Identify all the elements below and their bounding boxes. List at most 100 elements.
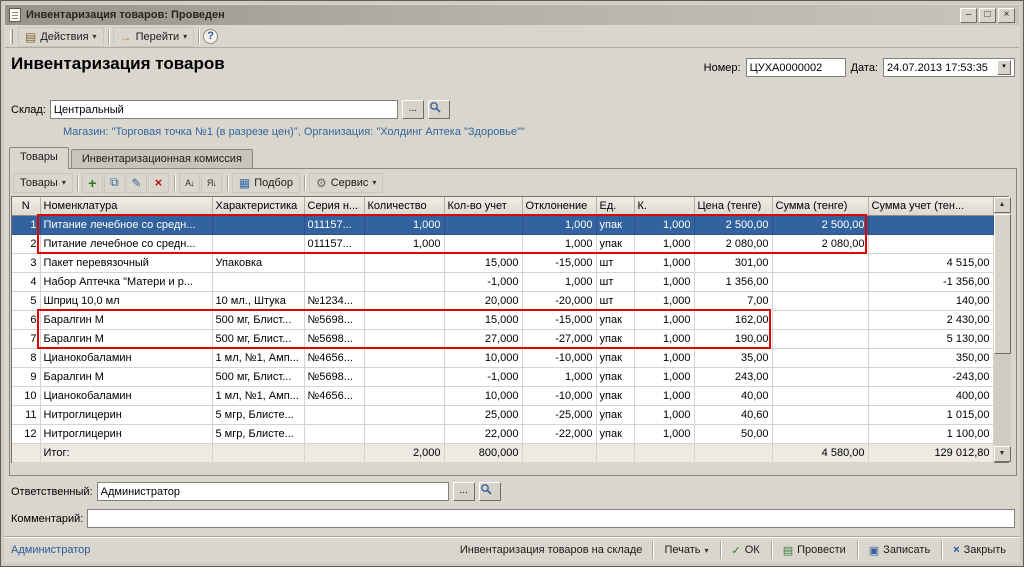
table-cell[interactable] (772, 272, 868, 291)
responsible-field[interactable]: Администратор (97, 482, 449, 501)
table-cell[interactable]: шт (596, 253, 634, 272)
table-row[interactable]: 5Шприц 10,0 мл10 мл., Штука№1234...20,00… (12, 291, 993, 310)
minimize-button[interactable]: – (960, 8, 977, 23)
table-cell[interactable]: 11 (12, 405, 40, 424)
table-cell[interactable]: 10,000 (444, 348, 522, 367)
table-cell[interactable]: 5 (12, 291, 40, 310)
column-header[interactable]: Номенклатура (40, 197, 212, 215)
table-cell[interactable]: №5698... (304, 329, 364, 348)
toolbar-grip[interactable] (10, 29, 13, 44)
table-cell[interactable]: 1,000 (634, 253, 694, 272)
calendar-dropdown-icon[interactable]: ▾ (997, 60, 1011, 75)
table-cell[interactable] (304, 272, 364, 291)
table-cell[interactable]: 1 мл, №1, Амп... (212, 348, 304, 367)
table-cell[interactable]: Набор Аптечка "Матери и р... (40, 272, 212, 291)
table-cell[interactable]: 1,000 (522, 234, 596, 253)
table-row[interactable]: 4Набор Аптечка "Матери и р...-1,0001,000… (12, 272, 993, 291)
table-cell[interactable]: 1,000 (364, 234, 444, 253)
table-cell[interactable] (364, 348, 444, 367)
table-cell[interactable]: Баралгин М (40, 329, 212, 348)
column-header[interactable]: Сумма (тенге) (772, 197, 868, 215)
table-cell[interactable]: упак (596, 348, 634, 367)
table-cell[interactable]: 5 130,00 (868, 329, 993, 348)
table-cell[interactable] (212, 234, 304, 253)
table-row[interactable]: 12Нитроглицерин5 мгр, Блисте...22,000-22… (12, 424, 993, 443)
table-cell[interactable]: 162,00 (694, 310, 772, 329)
table-cell[interactable] (444, 215, 522, 234)
table-cell[interactable]: 6 (12, 310, 40, 329)
table-row[interactable]: 9Баралгин М500 мг, Блист...№5698...-1,00… (12, 367, 993, 386)
table-cell[interactable]: упак (596, 234, 634, 253)
table-cell[interactable]: 15,000 (444, 253, 522, 272)
table-cell[interactable]: Нитроглицерин (40, 424, 212, 443)
table-cell[interactable]: 1,000 (634, 405, 694, 424)
table-cell[interactable]: №5698... (304, 310, 364, 329)
table-cell[interactable]: -10,000 (522, 348, 596, 367)
table-cell[interactable]: 2 080,00 (694, 234, 772, 253)
table-cell[interactable]: 2 500,00 (694, 215, 772, 234)
add-row-button[interactable]: + (82, 173, 103, 193)
table-cell[interactable]: 190,00 (694, 329, 772, 348)
delete-row-button[interactable]: × (148, 173, 169, 193)
warehouse-ellipsis-button[interactable]: ... (402, 100, 424, 119)
post-button[interactable]: ▤ Провести (776, 540, 853, 561)
table-cell[interactable]: 1,000 (634, 386, 694, 405)
table-cell[interactable]: 40,00 (694, 386, 772, 405)
table-cell[interactable]: упак (596, 424, 634, 443)
table-cell[interactable]: 500 мг, Блист... (212, 367, 304, 386)
table-cell[interactable]: упак (596, 329, 634, 348)
table-cell[interactable]: Питание лечебное со средн... (40, 215, 212, 234)
table-cell[interactable] (364, 329, 444, 348)
vertical-scrollbar[interactable]: ▲ ▼ (994, 197, 1011, 462)
table-cell[interactable] (364, 253, 444, 272)
edit-row-button[interactable]: ✎ (126, 173, 147, 193)
table-cell[interactable]: 1,000 (634, 234, 694, 253)
table-cell[interactable]: 1 356,00 (694, 272, 772, 291)
table-cell[interactable]: 1 100,00 (868, 424, 993, 443)
table-cell[interactable]: Упаковка (212, 253, 304, 272)
warehouse-open-button[interactable] (428, 100, 450, 119)
table-cell[interactable]: 50,00 (694, 424, 772, 443)
column-header[interactable]: Количество (364, 197, 444, 215)
responsible-open-button[interactable] (479, 482, 501, 501)
table-cell[interactable]: Нитроглицерин (40, 405, 212, 424)
table-cell[interactable]: 500 мг, Блист... (212, 329, 304, 348)
table-cell[interactable]: №1234... (304, 291, 364, 310)
table-cell[interactable]: 400,00 (868, 386, 993, 405)
table-cell[interactable]: -10,000 (522, 386, 596, 405)
table-cell[interactable]: 20,000 (444, 291, 522, 310)
column-header[interactable]: К. (634, 197, 694, 215)
responsible-ellipsis-button[interactable]: ... (453, 482, 475, 501)
number-field[interactable]: ЦУХА0000002 (746, 58, 846, 77)
table-cell[interactable] (212, 215, 304, 234)
table-cell[interactable]: 1,000 (634, 310, 694, 329)
table-cell[interactable]: 1,000 (634, 291, 694, 310)
table-cell[interactable]: 2 500,00 (772, 215, 868, 234)
table-cell[interactable]: 25,000 (444, 405, 522, 424)
table-cell[interactable] (364, 405, 444, 424)
table-cell[interactable]: Пакет перевязочный (40, 253, 212, 272)
table-cell[interactable] (772, 253, 868, 272)
table-cell[interactable] (868, 215, 993, 234)
table-cell[interactable]: 500 мг, Блист... (212, 310, 304, 329)
table-cell[interactable] (772, 310, 868, 329)
table-cell[interactable] (772, 405, 868, 424)
table-cell[interactable]: шт (596, 272, 634, 291)
column-header[interactable]: Ед. (596, 197, 634, 215)
table-cell[interactable]: 011157... (304, 234, 364, 253)
actions-menu-button[interactable]: ▤ Действия ▾ (18, 27, 104, 47)
tab-goods[interactable]: Товары (9, 147, 69, 169)
column-header[interactable]: Характеристика (212, 197, 304, 215)
table-cell[interactable]: упак (596, 386, 634, 405)
table-cell[interactable]: Цианокобаламин (40, 386, 212, 405)
table-cell[interactable]: 15,000 (444, 310, 522, 329)
table-cell[interactable]: -15,000 (522, 253, 596, 272)
table-cell[interactable]: 10 (12, 386, 40, 405)
table-cell[interactable] (772, 329, 868, 348)
table-cell[interactable]: №4656... (304, 386, 364, 405)
table-cell[interactable] (304, 405, 364, 424)
table-cell[interactable]: 1 (12, 215, 40, 234)
column-header[interactable]: Кол-во учет (444, 197, 522, 215)
table-cell[interactable]: -243,00 (868, 367, 993, 386)
table-cell[interactable]: 1,000 (634, 424, 694, 443)
